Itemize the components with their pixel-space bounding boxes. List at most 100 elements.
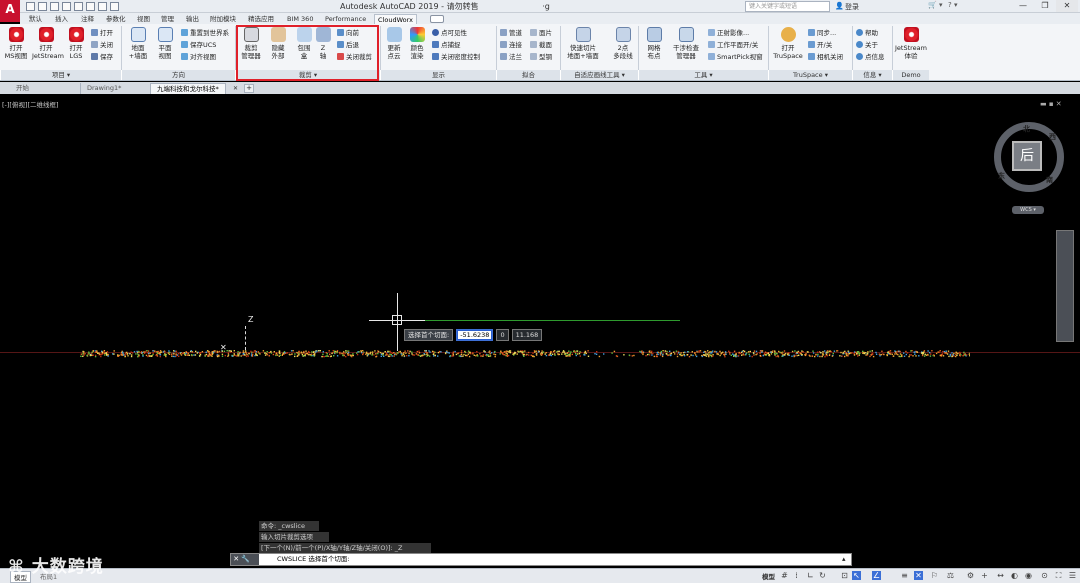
tab-manage[interactable]: 管理 bbox=[158, 14, 177, 24]
search-input[interactable]: 键入关键字或短语 bbox=[745, 1, 830, 12]
point-snap-button[interactable]: 点捕捉 bbox=[432, 41, 461, 50]
new-tab-icon[interactable]: + bbox=[244, 84, 254, 93]
coordinate-y-input[interactable]: 0 bbox=[496, 329, 509, 341]
doc-tab-active[interactable]: 九端科技和戈尔科技* bbox=[150, 83, 226, 94]
annotation-visibility-icon[interactable]: ⚐ bbox=[930, 571, 939, 580]
doc-tab-drawing1[interactable]: Drawing1* bbox=[80, 83, 127, 94]
pipe-button[interactable]: 管道 bbox=[500, 29, 522, 38]
hardware-accel-icon[interactable]: ◐ bbox=[1010, 571, 1019, 580]
color-render-button[interactable]: 颜色 渲染 bbox=[404, 27, 430, 60]
tab-addins[interactable]: 附加模块 bbox=[207, 14, 239, 24]
point-info-button[interactable]: 点信息 bbox=[856, 53, 885, 62]
add-icon[interactable]: + bbox=[980, 571, 989, 580]
lineweight-icon[interactable]: ≡ bbox=[900, 571, 909, 580]
sync-button[interactable]: 同步... bbox=[808, 29, 836, 38]
save-project-button[interactable]: 保存 bbox=[91, 53, 113, 62]
ground-wall-button[interactable]: 地面 +墙面 bbox=[124, 27, 152, 60]
help-icon[interactable]: ? ▾ bbox=[948, 1, 957, 9]
align-view-button[interactable]: 对齐视图 bbox=[181, 53, 216, 62]
graphics-icon[interactable]: ⊙ bbox=[1040, 571, 1049, 580]
redo-icon[interactable] bbox=[110, 2, 119, 11]
reset-world-button[interactable]: 重置到世界系 bbox=[181, 29, 229, 38]
panel-label-info[interactable]: 信息 ▾ bbox=[852, 70, 892, 80]
transparency-icon[interactable]: ✕ bbox=[914, 571, 923, 580]
annotation-scale-icon[interactable]: ∠ bbox=[872, 571, 881, 580]
viewcube-face[interactable]: 后 bbox=[1012, 141, 1042, 171]
density-control-button[interactable]: 关闭密度控制 bbox=[432, 53, 480, 62]
panel-label-project[interactable]: 项目 ▾ bbox=[0, 70, 121, 80]
smartpick-button[interactable]: SmartPick视窗 bbox=[708, 53, 763, 62]
quick-slice-button[interactable]: 快速切片 地面+墙面 bbox=[563, 27, 603, 60]
patch-button[interactable]: 面片 bbox=[530, 29, 552, 38]
minimize-button[interactable]: — bbox=[1012, 0, 1034, 12]
save-as-icon[interactable] bbox=[62, 2, 71, 11]
clean-screen-icon[interactable]: ◉ bbox=[1024, 571, 1033, 580]
model-space-button[interactable]: 模型 bbox=[762, 571, 775, 581]
plan-view-button[interactable]: 平面 视图 bbox=[151, 27, 179, 60]
panel-label-truspace[interactable]: TruSpace ▾ bbox=[768, 70, 852, 80]
command-line[interactable]: CWSLICE 选择首个切面: bbox=[230, 553, 852, 566]
isolate-icon[interactable]: ↔ bbox=[996, 571, 1005, 580]
ortho-mode-icon[interactable]: ∟ bbox=[806, 571, 815, 580]
point-visibility-button[interactable]: 点可见性 bbox=[432, 29, 467, 38]
workplane-toggle-button[interactable]: 工作平面开/关 bbox=[708, 41, 758, 50]
wcs-menu[interactable]: WCS ▾ bbox=[1012, 206, 1044, 214]
two-point-polyline-button[interactable]: 2点 多段线 bbox=[609, 27, 637, 60]
command-line-controls[interactable]: ✕ 🔧 bbox=[231, 554, 259, 565]
coordinate-x-input[interactable]: -51.6238 bbox=[456, 329, 494, 341]
compass-north[interactable]: 北 bbox=[1023, 124, 1030, 134]
undo-icon[interactable] bbox=[98, 2, 107, 11]
compass-east[interactable]: 东 bbox=[998, 171, 1005, 181]
dynamic-input-icon[interactable]: ↖ bbox=[852, 571, 861, 580]
tab-featured-apps[interactable]: 精选应用 bbox=[245, 14, 277, 24]
jetstream-demo-button[interactable]: JetStream 体验 bbox=[893, 27, 929, 60]
tab-annotate[interactable]: 注释 bbox=[78, 14, 97, 24]
restore-button[interactable]: ❐ bbox=[1034, 0, 1056, 12]
help-button[interactable]: 帮助 bbox=[856, 29, 878, 38]
workspace-icon[interactable]: ⚙ bbox=[966, 571, 975, 580]
drawing-viewport[interactable] bbox=[0, 95, 1080, 550]
tab-output[interactable]: 输出 bbox=[183, 14, 202, 24]
flange-button[interactable]: 法兰 bbox=[500, 53, 522, 62]
ribbon-toggle-icon[interactable] bbox=[430, 15, 444, 23]
user-icon[interactable]: 👤 bbox=[835, 2, 844, 10]
grid-layout-button[interactable]: 网格 布点 bbox=[640, 27, 668, 60]
new-icon[interactable] bbox=[26, 2, 35, 11]
cart-icon[interactable]: 🛒 ▾ bbox=[928, 1, 942, 9]
open-truspace-button[interactable]: 打开 TruSpace bbox=[771, 27, 805, 60]
tab-default[interactable]: 默认 bbox=[26, 14, 45, 24]
navigation-bar[interactable] bbox=[1056, 230, 1074, 342]
open-lgs-button[interactable]: 打开 LGS bbox=[62, 27, 90, 60]
tab-cloudworx[interactable]: CloudWorx bbox=[374, 14, 417, 24]
login-button[interactable]: 登录 bbox=[845, 2, 859, 12]
connect-button[interactable]: 连接 bbox=[500, 41, 522, 50]
clash-manager-button[interactable]: 干涉检查 管理器 bbox=[668, 27, 704, 60]
close-button[interactable]: ✕ bbox=[1056, 0, 1078, 12]
open-ms-view-button[interactable]: 打开 MS视图 bbox=[2, 27, 30, 60]
web-mobile-icon[interactable] bbox=[74, 2, 83, 11]
coordinate-z-input[interactable]: 11.168 bbox=[511, 329, 543, 341]
open-button[interactable]: 打开 bbox=[91, 29, 113, 38]
tab-parametric[interactable]: 参数化 bbox=[103, 14, 129, 24]
orthoimage-button[interactable]: 正射影像... bbox=[708, 29, 749, 38]
compass-south[interactable]: 南 bbox=[1046, 175, 1053, 185]
application-menu-button[interactable]: A bbox=[0, 0, 20, 22]
section-button[interactable]: 截面 bbox=[530, 41, 552, 50]
grid-display-icon[interactable]: # bbox=[780, 571, 789, 580]
steel-button[interactable]: 型钢 bbox=[530, 53, 552, 62]
fullscreen-icon[interactable]: ⛶ bbox=[1054, 571, 1063, 580]
panel-label-tools[interactable]: 工具 ▾ bbox=[638, 70, 768, 80]
about-button[interactable]: 关于 bbox=[856, 41, 878, 50]
close-tab-icon[interactable]: ✕ bbox=[233, 85, 238, 92]
save-ucs-button[interactable]: 保存UCS bbox=[181, 41, 216, 50]
close-project-button[interactable]: 关闭 bbox=[91, 41, 113, 50]
plot-icon[interactable] bbox=[86, 2, 95, 11]
customize-icon[interactable]: ☰ bbox=[1068, 571, 1077, 580]
camera-close-button[interactable]: 相机关闭 bbox=[808, 53, 843, 62]
viewport-window-controls[interactable]: ▬ ▪ ✕ bbox=[1040, 100, 1062, 108]
command-dropdown-icon[interactable]: ▴ bbox=[842, 555, 846, 563]
viewport-controls[interactable]: [-][俯视][二维线框] bbox=[2, 99, 59, 109]
snap-mode-icon[interactable]: ⁞ bbox=[792, 571, 801, 580]
compass-west[interactable]: 西 bbox=[1049, 132, 1056, 142]
open-icon[interactable] bbox=[38, 2, 47, 11]
